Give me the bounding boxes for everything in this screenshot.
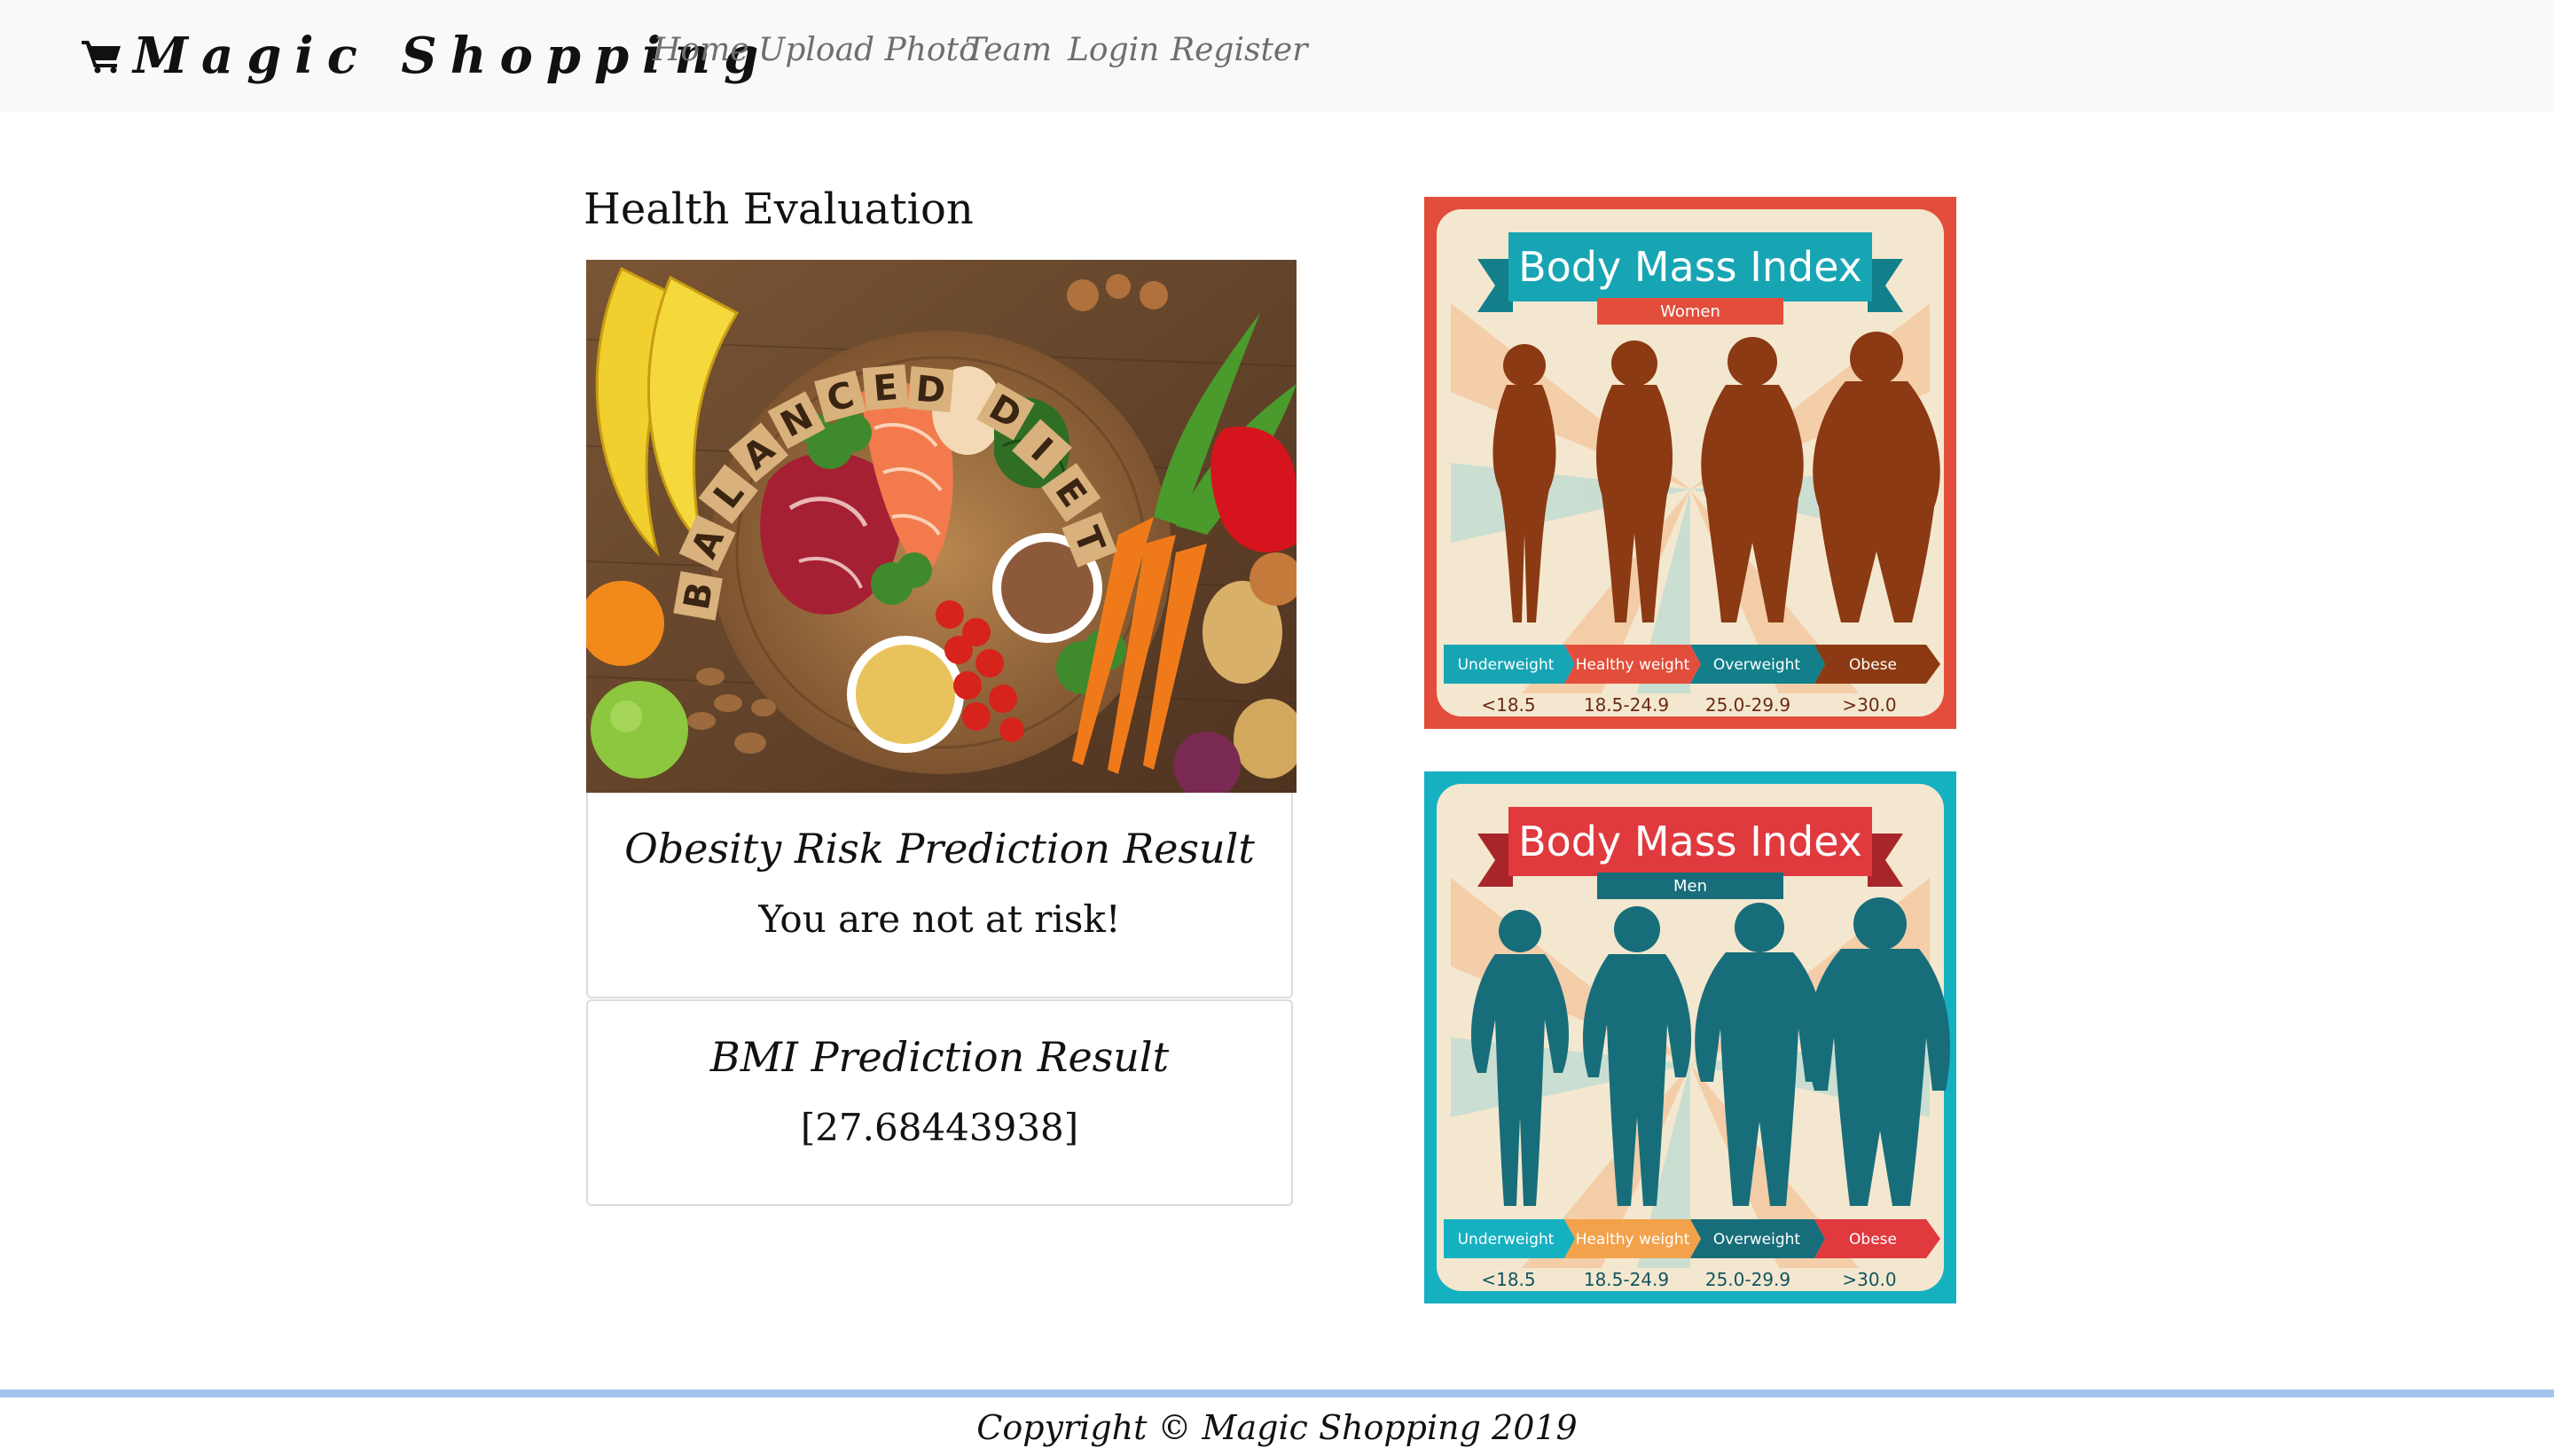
tile-letter: E <box>872 367 899 410</box>
footer-copyright: Copyright © Magic Shopping 2019 <box>976 1408 1578 1447</box>
poster-subtitle: Women <box>1660 302 1720 321</box>
bmi-prediction-card: BMI Prediction Result [27.68443938] <box>586 999 1293 1206</box>
balanced-diet-image: B A L A N C E D D I E T <box>586 260 1297 793</box>
nav-login-link[interactable]: Login <box>1068 32 1159 68</box>
poster-range: 18.5-24.9 <box>1584 694 1669 716</box>
poster-title: Body Mass Index <box>1518 243 1862 291</box>
footer-divider <box>0 1389 2554 1397</box>
poster-category: Underweight <box>1458 656 1555 674</box>
poster-range: 25.0-29.9 <box>1705 1269 1790 1290</box>
poster-subtitle: Men <box>1673 877 1707 896</box>
poster-range: 25.0-29.9 <box>1705 694 1790 716</box>
poster-range: 18.5-24.9 <box>1584 1269 1669 1290</box>
nav-register-link[interactable]: Register <box>1171 32 1307 68</box>
nav-team-link[interactable]: Team <box>965 32 1052 68</box>
poster-category: Overweight <box>1713 1231 1801 1249</box>
poster-category: Overweight <box>1713 656 1801 674</box>
obesity-risk-card: Obesity Risk Prediction Result You are n… <box>586 793 1293 998</box>
poster-category: Underweight <box>1458 1231 1555 1249</box>
bmi-men-poster: Body Mass Index Men Underweight Healthy … <box>1424 771 1956 1303</box>
page-title: Health Evaluation <box>584 184 974 234</box>
obesity-risk-result: You are not at risk! <box>758 897 1121 941</box>
poster-title: Body Mass Index <box>1518 818 1862 865</box>
poster-range: >30.0 <box>1842 1269 1896 1290</box>
shopping-cart-icon <box>82 41 121 74</box>
poster-category: Healthy weight <box>1576 656 1690 674</box>
tile-letter: D <box>914 369 947 412</box>
poster-category: Healthy weight <box>1576 1231 1690 1249</box>
bmi-women-poster: Body Mass Index Women Underweight Health… <box>1424 197 1956 729</box>
nav-upload-photo-link[interactable]: Upload Photo <box>758 32 978 68</box>
poster-range: <18.5 <box>1481 1269 1535 1290</box>
bmi-prediction-title: BMI Prediction Result <box>709 1033 1170 1081</box>
poster-range: <18.5 <box>1481 694 1535 716</box>
obesity-risk-title: Obesity Risk Prediction Result <box>624 825 1255 873</box>
navbar: Magic Shopping Home Upload Photo Team Lo… <box>0 0 2554 112</box>
bmi-prediction-value: [27.68443938] <box>800 1106 1079 1149</box>
poster-category: Obese <box>1849 656 1897 674</box>
nav-home-link[interactable]: Home <box>653 32 749 68</box>
poster-category: Obese <box>1849 1231 1897 1249</box>
poster-range: >30.0 <box>1842 694 1896 716</box>
